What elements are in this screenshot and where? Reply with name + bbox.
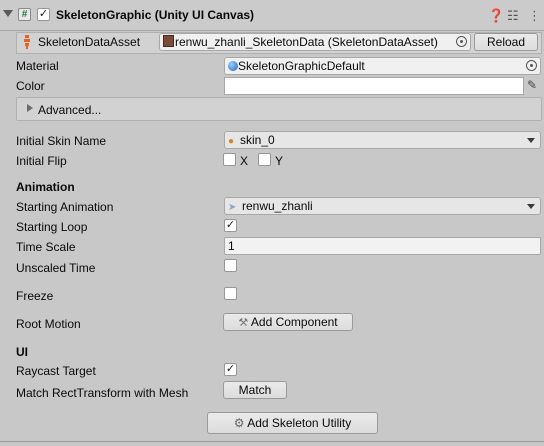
eyedropper-icon[interactable]: ✎ bbox=[527, 78, 537, 92]
starting-loop-checkbox[interactable]: ✓ bbox=[224, 219, 237, 232]
add-component-button[interactable]: ⚒ Add Component bbox=[223, 313, 353, 331]
initial-skin-label: Initial Skin Name bbox=[16, 134, 107, 148]
skeleton-data-value: renwu_zhanli_SkeletonData (SkeletonDataA… bbox=[175, 35, 438, 49]
flip-x-label: X bbox=[240, 154, 249, 168]
starting-loop-checkmark: ✓ bbox=[225, 219, 236, 231]
reload-button[interactable]: Reload bbox=[474, 33, 538, 51]
component-title: SkeletonGraphic (Unity UI Canvas) bbox=[56, 8, 255, 22]
skin-icon: ● bbox=[228, 136, 235, 147]
match-recttransform-label: Match RectTransform with Mesh bbox=[16, 386, 189, 400]
skeleton-utility-icon: ⚙ bbox=[233, 416, 245, 430]
component-header: # ✓ SkeletonGraphic (Unity UI Canvas) ❓ … bbox=[0, 0, 544, 31]
flip-x-checkbox[interactable] bbox=[223, 153, 236, 166]
skeleton-data-field[interactable]: renwu_zhanli_SkeletonData (SkeletonDataA… bbox=[159, 33, 471, 51]
add-component-label: Add Component bbox=[250, 315, 338, 329]
time-scale-input[interactable]: 1 bbox=[224, 237, 541, 255]
root-motion-label: Root Motion bbox=[16, 317, 81, 331]
animation-heading: Animation bbox=[16, 180, 75, 194]
initial-flip-label: Initial Flip bbox=[16, 154, 67, 168]
dropdown-arrow-icon bbox=[527, 138, 535, 143]
starting-animation-label: Starting Animation bbox=[16, 200, 114, 214]
help-icon[interactable]: ❓ bbox=[488, 8, 504, 24]
component-enabled-checkbox[interactable]: ✓ bbox=[37, 8, 50, 21]
material-icon bbox=[228, 61, 238, 71]
flip-y-checkbox[interactable] bbox=[258, 153, 271, 166]
add-component-icon: ⚒ bbox=[238, 317, 249, 329]
enabled-checkmark: ✓ bbox=[38, 8, 49, 20]
color-label: Color bbox=[16, 79, 45, 93]
context-menu-icon[interactable]: ⋮ bbox=[528, 8, 541, 24]
bottom-divider bbox=[0, 441, 544, 442]
script-icon: # bbox=[18, 8, 31, 21]
flip-y-label: Y bbox=[275, 154, 284, 168]
foldout-arrow-icon[interactable] bbox=[3, 10, 13, 17]
freeze-checkbox[interactable] bbox=[224, 287, 237, 300]
skeleton-data-label: SkeletonDataAsset bbox=[38, 35, 141, 49]
asset-icon bbox=[163, 35, 174, 47]
color-swatch[interactable] bbox=[224, 77, 524, 95]
raycast-target-checkbox[interactable]: ✓ bbox=[224, 363, 237, 376]
match-button[interactable]: Match bbox=[223, 381, 287, 399]
material-label: Material bbox=[16, 59, 59, 73]
presets-icon[interactable]: ☷ bbox=[507, 8, 519, 24]
object-picker-icon[interactable] bbox=[456, 36, 467, 47]
raycast-target-label: Raycast Target bbox=[16, 364, 96, 378]
initial-skin-dropdown[interactable]: ● skin_0 bbox=[224, 131, 541, 149]
unscaled-time-label: Unscaled Time bbox=[16, 261, 96, 275]
add-skeleton-utility-button[interactable]: ⚙ Add Skeleton Utility bbox=[207, 412, 378, 434]
time-scale-label: Time Scale bbox=[16, 240, 76, 254]
starting-loop-label: Starting Loop bbox=[16, 220, 88, 234]
starting-animation-dropdown[interactable]: ➤ renwu_zhanli bbox=[224, 197, 541, 215]
animation-icon: ➤ bbox=[228, 202, 237, 213]
animation-dropdown-arrow-icon bbox=[527, 204, 535, 209]
raycast-checkmark: ✓ bbox=[225, 363, 236, 375]
material-value: SkeletonGraphicDefault bbox=[238, 59, 365, 73]
spine-icon bbox=[23, 35, 31, 49]
starting-animation-value: renwu_zhanli bbox=[242, 199, 313, 213]
initial-skin-value: skin_0 bbox=[240, 133, 275, 147]
add-skeleton-utility-label: Add Skeleton Utility bbox=[247, 416, 352, 430]
unscaled-time-checkbox[interactable] bbox=[224, 259, 237, 272]
freeze-label: Freeze bbox=[16, 289, 54, 303]
material-picker-icon[interactable] bbox=[526, 60, 537, 71]
material-field[interactable]: SkeletonGraphicDefault bbox=[224, 57, 541, 75]
advanced-label: Advanced... bbox=[38, 103, 102, 117]
advanced-arrow-icon bbox=[27, 104, 33, 112]
ui-heading: UI bbox=[16, 345, 28, 359]
